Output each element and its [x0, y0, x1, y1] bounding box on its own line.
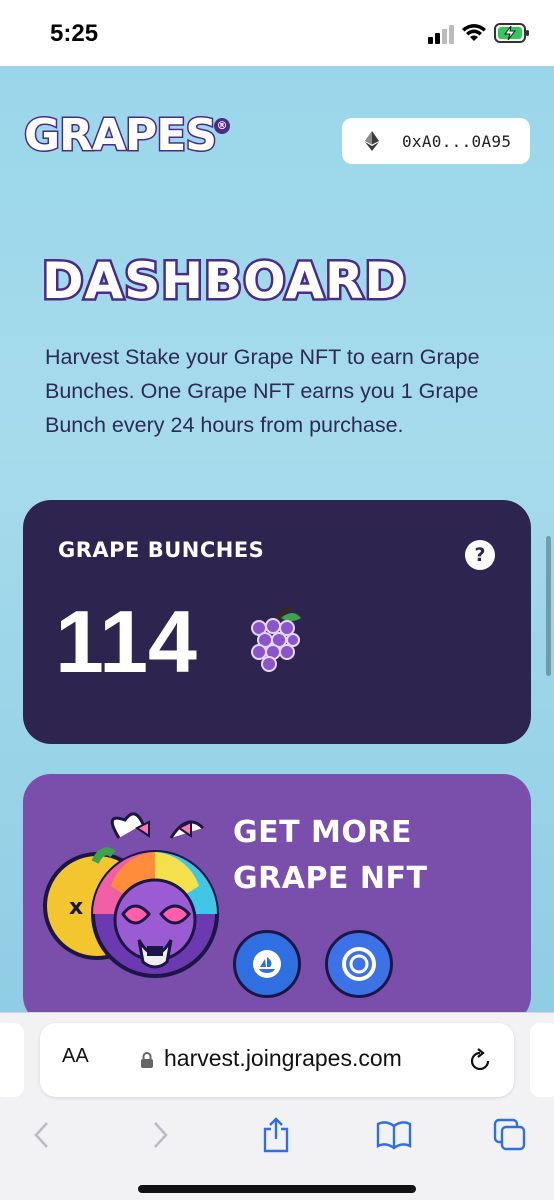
opensea-icon: [253, 950, 281, 978]
looksrare-button[interactable]: [325, 930, 393, 998]
chevron-right-icon: [154, 1122, 168, 1148]
web-page: GRAPES ® 0xA0...0A95 DASHBOARD Harvest S…: [0, 66, 554, 1012]
opensea-button[interactable]: [233, 930, 301, 998]
url-text[interactable]: harvest.joingrapes.com: [164, 1045, 402, 1072]
cellular-signal-icon: [428, 25, 454, 44]
forward-button[interactable]: [142, 1117, 178, 1153]
browser-toolbar: AA harvest.joingrapes.com: [0, 1012, 554, 1200]
lock-icon: [141, 1052, 153, 1068]
status-bar: 5:25: [0, 0, 554, 66]
logo-text: GRAPES: [22, 109, 218, 163]
bottom-toolbar: [0, 1107, 554, 1167]
reload-icon[interactable]: [468, 1047, 492, 1073]
chevron-left-icon: [34, 1122, 48, 1148]
grape-bunches-label: GRAPE BUNCHES: [58, 538, 265, 562]
wifi-icon: [462, 24, 486, 41]
wallet-address: 0xA0...0A95: [402, 131, 512, 151]
page-title: DASHBOARD: [39, 250, 408, 313]
grapes-logo[interactable]: GRAPES ®: [22, 109, 231, 170]
grape-bunches-count: 114: [55, 592, 197, 691]
marketplace-ring-icon: [342, 947, 376, 981]
bookmarks-button[interactable]: [376, 1117, 412, 1153]
text-size-button[interactable]: AA: [62, 1045, 89, 1068]
grape-bunches-card: GRAPE BUNCHES ? 114: [23, 500, 531, 744]
back-button[interactable]: [24, 1117, 60, 1153]
page-scrollbar[interactable]: [546, 536, 551, 676]
wallet-button[interactable]: 0xA0...0A95: [342, 118, 530, 164]
dashboard-description: Harvest Stake your Grape NFT to earn Gra…: [45, 345, 480, 437]
share-button[interactable]: [258, 1117, 294, 1153]
battery-charging-icon: [494, 23, 529, 43]
status-time: 5:25: [50, 20, 99, 47]
address-bar[interactable]: AA harvest.joingrapes.com: [40, 1023, 514, 1097]
get-more-card: x GET MORE GRAPE NFT: [23, 774, 531, 1012]
share-icon: [263, 1117, 289, 1153]
get-more-title-line2: GRAPE NFT: [233, 861, 428, 896]
svg-text:x: x: [69, 895, 83, 920]
registered-mark: ®: [214, 118, 231, 134]
book-icon: [376, 1121, 412, 1150]
tabs-icon: [493, 1118, 526, 1151]
get-more-title-line1: GET MORE: [233, 815, 412, 850]
grape-bunch-icon: [251, 606, 301, 672]
tabs-button[interactable]: [492, 1117, 528, 1153]
previous-tab-preview[interactable]: [0, 1023, 24, 1097]
get-more-title: GET MORE GRAPE NFT: [233, 810, 473, 902]
grape-mascot-illustration: x: [43, 812, 219, 978]
help-icon[interactable]: ?: [465, 540, 495, 570]
ethereum-icon: [365, 131, 379, 151]
next-tab-preview[interactable]: [530, 1023, 554, 1097]
home-indicator[interactable]: [138, 1185, 416, 1193]
